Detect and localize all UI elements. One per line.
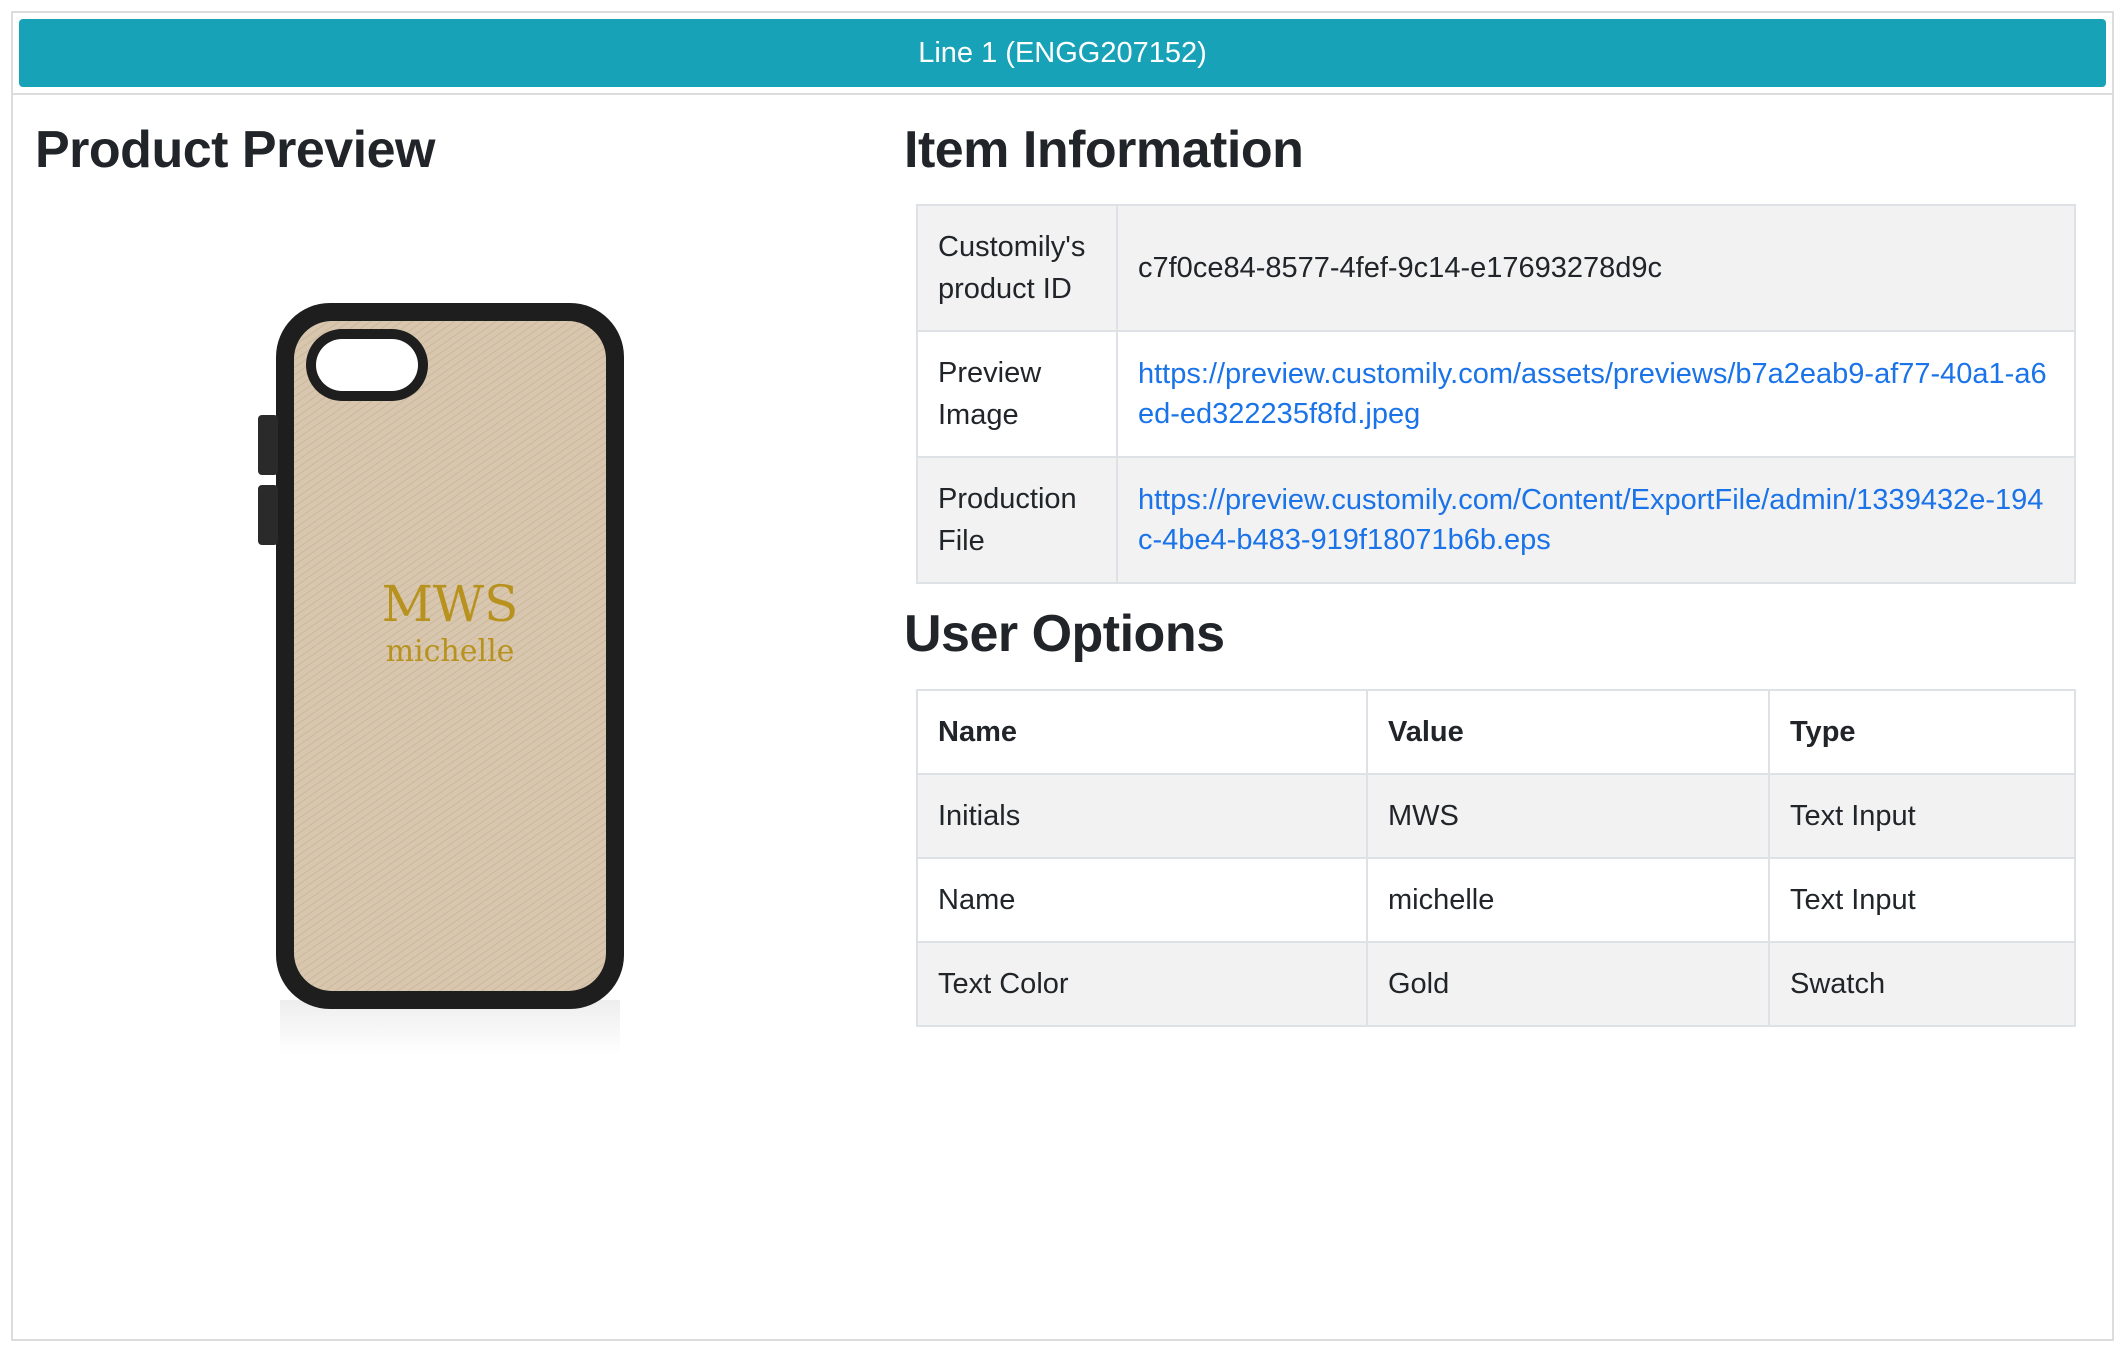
row-label: Preview Image (916, 330, 1118, 458)
production-file-link[interactable]: https://preview.customily.com/Content/Ex… (1138, 484, 2043, 556)
phone-case-image: MWS michelle (258, 303, 624, 1055)
table-row: Preview Image https://preview.customily.… (916, 330, 2076, 458)
option-type: Swatch (1768, 941, 2076, 1027)
option-name: Text Color (916, 941, 1368, 1027)
preview-image-cell: https://preview.customily.com/assets/pre… (1116, 330, 2076, 458)
row-label: Production File (916, 456, 1118, 584)
header-divider (13, 93, 2112, 95)
option-name: Name (916, 857, 1368, 943)
option-value: michelle (1366, 857, 1770, 943)
table-header-row: Name Value Type (916, 689, 2076, 775)
item-information-table: Customily's product ID c7f0ce84-8577-4fe… (916, 204, 2076, 584)
user-options-table: Name Value Type Initials MWS Text Input … (916, 689, 2076, 1027)
production-file-cell: https://preview.customily.com/Content/Ex… (1116, 456, 2076, 584)
column-header-type: Type (1768, 689, 2076, 775)
preview-image-link[interactable]: https://preview.customily.com/assets/pre… (1138, 358, 2047, 430)
product-preview-heading: Product Preview (35, 121, 435, 179)
row-label: Customily's product ID (916, 204, 1118, 332)
option-name: Initials (916, 773, 1368, 859)
table-row: Name michelle Text Input (916, 857, 2076, 943)
option-type: Text Input (1768, 773, 2076, 859)
option-value: Gold (1366, 941, 1770, 1027)
monogram-initials: MWS (382, 575, 519, 633)
product-id-value: c7f0ce84-8577-4fef-9c14-e17693278d9c (1116, 204, 2076, 332)
column-header-value: Value (1366, 689, 1770, 775)
monogram-name: michelle (386, 634, 515, 669)
table-row: Customily's product ID c7f0ce84-8577-4fe… (916, 204, 2076, 332)
table-row: Initials MWS Text Input (916, 773, 2076, 859)
line-header-bar[interactable]: Line 1 (ENGG207152) (19, 19, 2106, 87)
table-row: Text Color Gold Swatch (916, 941, 2076, 1027)
table-row: Production File https://preview.customil… (916, 456, 2076, 584)
camera-lens-window (316, 339, 418, 391)
option-type: Text Input (1768, 857, 2076, 943)
item-information-heading: Item Information (904, 121, 1304, 179)
line-header-title: Line 1 (ENGG207152) (918, 36, 1207, 69)
column-header-name: Name (916, 689, 1368, 775)
user-options-heading: User Options (904, 605, 1225, 663)
option-value: MWS (1366, 773, 1770, 859)
